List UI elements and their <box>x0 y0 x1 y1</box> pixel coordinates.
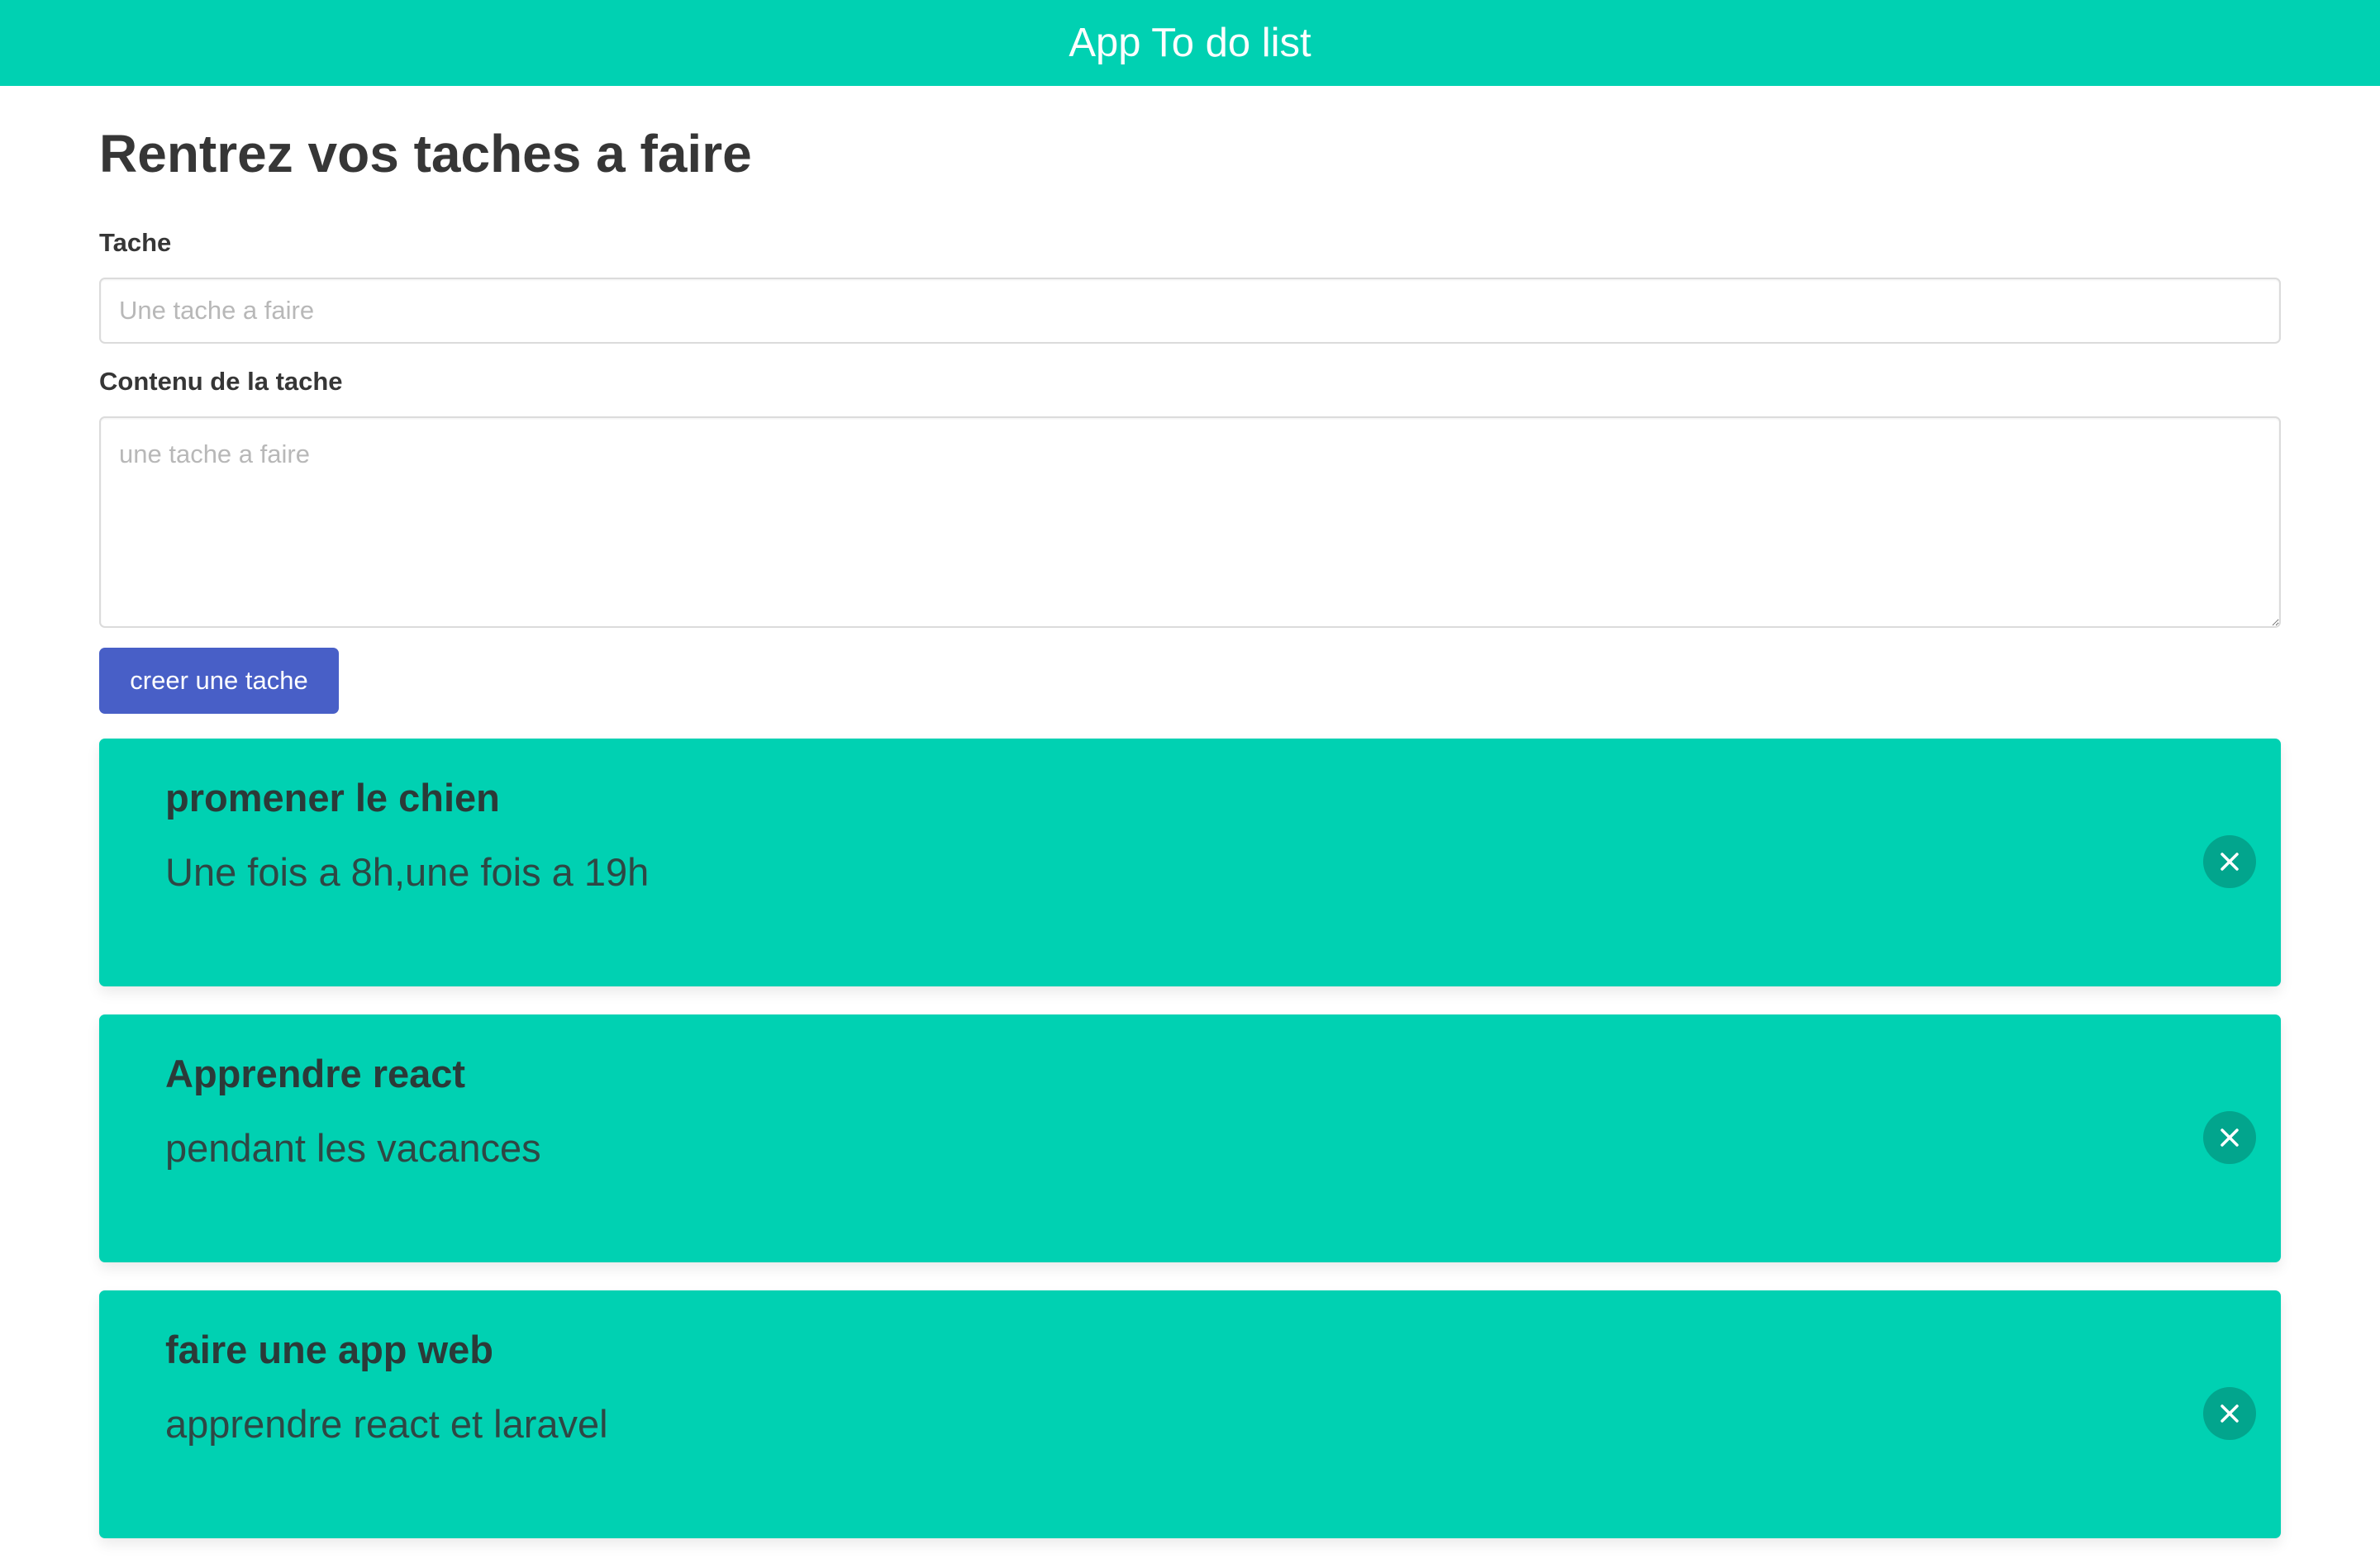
app-title: App To do list <box>1069 20 1311 65</box>
delete-task-button[interactable] <box>2203 835 2256 888</box>
task-card: Apprendre react pendant les vacances <box>99 1014 2281 1262</box>
task-content: pendant les vacances <box>165 1126 541 1170</box>
delete-task-button[interactable] <box>2203 1111 2256 1164</box>
task-card: faire une app web apprendre react et lar… <box>99 1290 2281 1538</box>
close-icon <box>2221 1128 2239 1147</box>
close-icon <box>2221 1404 2239 1423</box>
delete-task-button[interactable] <box>2203 1387 2256 1440</box>
page-title: Rentrez vos taches a faire <box>99 124 752 183</box>
task-content-label: Contenu de la tache <box>99 367 343 396</box>
task-content: apprendre react et laravel <box>165 1402 608 1446</box>
task-input[interactable] <box>99 278 2281 344</box>
main-content: Rentrez vos taches a faire Tache Contenu… <box>0 86 2380 1568</box>
close-icon <box>2221 853 2239 871</box>
task-card: promener le chien Une fois a 8h,une fois… <box>99 739 2281 986</box>
task-title: promener le chien <box>165 776 500 820</box>
navbar: App To do list <box>0 0 2380 86</box>
task-title: Apprendre react <box>165 1052 466 1095</box>
create-task-button[interactable]: creer une tache <box>99 648 339 714</box>
task-content: Une fois a 8h,une fois a 19h <box>165 850 650 894</box>
task-content-textarea[interactable] <box>99 416 2281 628</box>
task-title: faire une app web <box>165 1328 493 1371</box>
task-label: Tache <box>99 228 172 257</box>
